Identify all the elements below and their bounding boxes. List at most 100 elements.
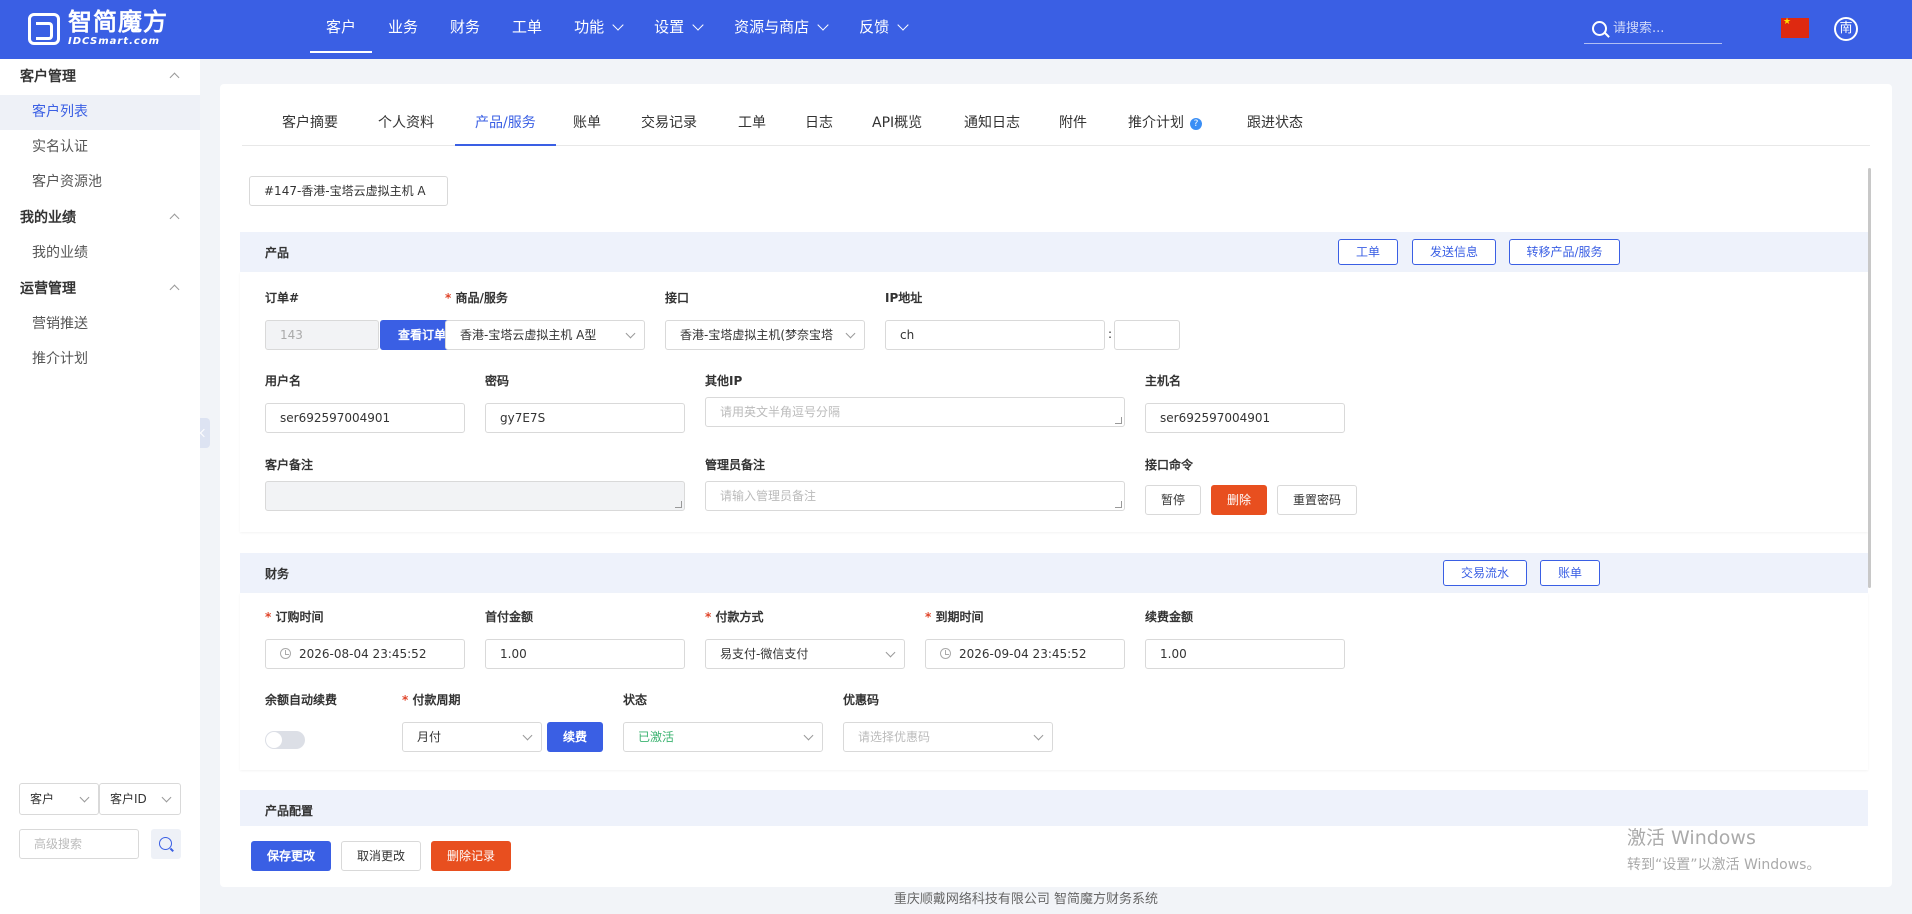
ip-port-separator: : (1108, 327, 1113, 341)
tab-referral-plan[interactable]: 推介计划? (1128, 103, 1202, 146)
china-flag-icon[interactable] (1781, 17, 1809, 38)
hostname-label: 主机名 (1145, 374, 1182, 388)
sidebar-search-button[interactable] (151, 829, 181, 859)
delete-record-button[interactable]: 删除记录 (431, 841, 511, 871)
auto-renew-toggle[interactable] (265, 731, 305, 749)
other-ip-label: 其他IP (705, 374, 743, 388)
ip-address-input[interactable]: ch (885, 320, 1105, 350)
suspend-button[interactable]: 暂停 (1145, 485, 1201, 515)
search-icon (159, 837, 172, 850)
main-nav: 客户 业务 财务 工单 功能 设置 资源与商店 反馈 (310, 0, 923, 59)
transaction-flow-button[interactable]: 交易流水 (1443, 560, 1527, 586)
product-selector[interactable]: #147-香港-宝塔云虚拟主机 A (249, 176, 448, 206)
coupon-select[interactable]: 请选择优惠码 (843, 722, 1053, 752)
status-select[interactable]: 已激活 (623, 722, 823, 752)
interface-command-label: 接口命令 (1145, 458, 1194, 472)
tab-attachments[interactable]: 附件 (1059, 103, 1087, 146)
hostname-input[interactable]: ser692597004901 (1145, 403, 1345, 433)
nav-tickets[interactable]: 工单 (496, 0, 558, 59)
expire-time-label: 到期时间 (925, 608, 983, 625)
chevron-down-icon (692, 19, 704, 31)
username-input[interactable]: ser692597004901 (265, 403, 465, 433)
first-payment-input[interactable]: 1.00 (485, 639, 685, 669)
tab-summary[interactable]: 客户摘要 (282, 103, 338, 146)
send-message-button[interactable]: 发送信息 (1412, 239, 1496, 265)
transfer-product-button[interactable]: 转移产品/服务 (1509, 239, 1620, 265)
tab-logs[interactable]: 日志 (805, 103, 833, 146)
footer-copyright: 重庆顺戴网络科技有限公司 智简魔方财务系统 (893, 892, 1159, 907)
sidebar-item-referral-plan[interactable]: 推介计划 (0, 342, 200, 377)
clock-icon (940, 648, 951, 659)
top-navigation-bar: 智简魔方 IDCSmart.com 客户 业务 财务 工单 功能 设置 资源与商… (0, 0, 1912, 59)
billing-cycle-select[interactable]: 月付 (402, 722, 542, 752)
tab-tickets[interactable]: 工单 (738, 103, 766, 146)
interface-select[interactable]: 香港-宝塔虚拟主机(梦奈宝塔 (665, 320, 865, 350)
nav-customers[interactable]: 客户 (310, 0, 373, 59)
payment-method-select[interactable]: 易支付-微信支付 (705, 639, 905, 669)
search-type-select[interactable]: 客户 (19, 783, 99, 815)
tab-profile[interactable]: 个人资料 (378, 103, 434, 146)
sidebar-group-customer-management[interactable]: 客户管理 (0, 59, 200, 95)
cancel-changes-button[interactable]: 取消更改 (341, 841, 421, 871)
port-input[interactable] (1114, 320, 1180, 350)
product-section-title: 产品 (265, 246, 290, 260)
sidebar-item-real-name-auth[interactable]: 实名认证 (0, 130, 200, 165)
admin-note-textarea[interactable]: 请输入管理员备注 (705, 481, 1125, 511)
nav-business[interactable]: 业务 (372, 0, 434, 59)
renew-amount-input[interactable]: 1.00 (1145, 639, 1345, 669)
product-select[interactable]: 香港-宝塔云虚拟主机 A型 (445, 320, 645, 350)
renew-button[interactable]: 续费 (547, 722, 603, 752)
tab-products-services[interactable]: 产品/服务 (455, 103, 556, 146)
customer-tabs: 客户摘要 个人资料 产品/服务 账单 交易记录 工单 日志 API概览 通知日志… (242, 103, 1870, 146)
clock-icon (280, 648, 291, 659)
expire-time-picker[interactable]: 2026-09-04 23:45:52 (925, 639, 1125, 669)
help-icon[interactable]: ? (1190, 118, 1202, 130)
tab-notification-logs[interactable]: 通知日志 (964, 103, 1020, 146)
order-time-picker[interactable]: 2026-08-04 23:45:52 (265, 639, 465, 669)
sidebar-group-operations[interactable]: 运营管理 (0, 271, 200, 307)
ticket-button[interactable]: 工单 (1338, 239, 1398, 265)
chevron-down-icon (612, 19, 624, 31)
global-search-input[interactable] (1613, 21, 1713, 36)
save-changes-button[interactable]: 保存更改 (251, 841, 331, 871)
client-note-textarea (265, 481, 685, 511)
product-label: 商品/服务 (445, 289, 507, 306)
nav-settings[interactable]: 设置 (638, 0, 718, 59)
reset-password-button[interactable]: 重置密码 (1277, 485, 1357, 515)
search-icon[interactable] (1592, 21, 1607, 36)
nav-finance[interactable]: 财务 (434, 0, 496, 59)
product-section-header: 产品 工单 发送信息 转移产品/服务 (240, 232, 1868, 272)
sidebar-item-customer-list[interactable]: 客户列表 (0, 95, 200, 130)
sidebar-item-my-performance[interactable]: 我的业绩 (0, 236, 200, 271)
sidebar-item-customer-pool[interactable]: 客户资源池 (0, 165, 200, 200)
search-field-select[interactable]: 客户ID (99, 783, 181, 815)
sidebar-group-my-performance[interactable]: 我的业绩 (0, 200, 200, 236)
tab-follow-up-status[interactable]: 跟进状态 (1247, 103, 1303, 146)
chevron-down-icon (897, 19, 909, 31)
delete-command-button[interactable]: 删除 (1211, 485, 1267, 515)
username-label: 用户名 (265, 374, 302, 388)
chevron-down-icon (817, 19, 829, 31)
chevron-down-icon (845, 328, 856, 339)
other-ip-textarea[interactable]: 请用英文半角逗号分隔 (705, 397, 1125, 427)
logo[interactable]: 智简魔方 IDCSmart.com (28, 10, 168, 47)
nav-resources-store[interactable]: 资源与商店 (718, 0, 843, 59)
password-input[interactable]: gy7E7S (485, 403, 685, 433)
logo-subtext: IDCSmart.com (68, 36, 161, 47)
watermark-title: 激活 Windows (1627, 827, 1756, 849)
order-time-label: 订购时间 (265, 608, 323, 625)
tab-api-overview[interactable]: API概览 (872, 103, 922, 146)
tab-invoices[interactable]: 账单 (573, 103, 601, 146)
chevron-up-icon (169, 213, 180, 224)
user-avatar[interactable]: 南 (1834, 17, 1858, 41)
content-scrollbar[interactable] (1868, 168, 1871, 588)
sidebar-item-marketing-push[interactable]: 营销推送 (0, 307, 200, 342)
chevron-down-icon (625, 328, 636, 339)
renew-amount-label: 续费金额 (1145, 610, 1194, 624)
tab-transactions[interactable]: 交易记录 (641, 103, 697, 146)
invoice-button[interactable]: 账单 (1540, 560, 1600, 586)
sidebar-collapse-handle[interactable] (200, 418, 210, 448)
nav-feedback[interactable]: 反馈 (843, 0, 923, 59)
nav-features[interactable]: 功能 (558, 0, 638, 59)
advanced-search-input[interactable] (19, 829, 139, 859)
